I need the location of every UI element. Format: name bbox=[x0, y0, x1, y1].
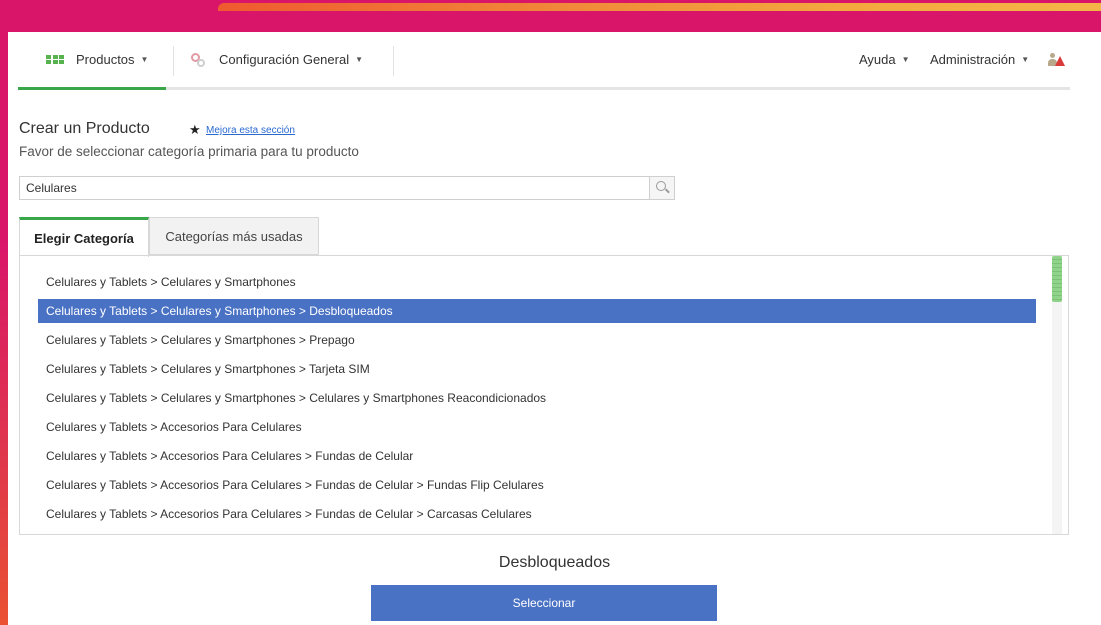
category-search bbox=[19, 176, 675, 200]
category-list-item[interactable]: Celulares y Tablets > Celulares y Smartp… bbox=[38, 299, 1036, 323]
apps-grid-icon bbox=[46, 54, 64, 65]
search-button[interactable] bbox=[649, 177, 674, 199]
nav-productos-label: Productos bbox=[76, 52, 135, 67]
category-list: Celulares y Tablets > Celulares y Smartp… bbox=[19, 255, 1069, 535]
nav-admin-menu[interactable]: Administración ▼ bbox=[930, 32, 1029, 87]
top-brand-band bbox=[0, 0, 1101, 34]
top-navbar: Productos ▼ Configuración General ▼ Ayud… bbox=[18, 32, 1070, 90]
brand-accent-stripe bbox=[218, 3, 1101, 11]
category-list-item[interactable]: Celulares y Tablets > Celulares y Smartp… bbox=[38, 357, 1036, 381]
caret-down-icon: ▼ bbox=[355, 55, 363, 64]
category-list-item[interactable]: Celulares y Tablets > Celulares y Smartp… bbox=[38, 270, 1036, 294]
list-scrollbar[interactable] bbox=[1052, 256, 1062, 534]
main-panel: Productos ▼ Configuración General ▼ Ayud… bbox=[8, 32, 1101, 625]
gears-icon bbox=[191, 52, 205, 67]
category-search-input[interactable] bbox=[20, 177, 649, 199]
caret-down-icon: ▼ bbox=[1021, 55, 1030, 64]
page-subtitle: Favor de seleccionar categoría primaria … bbox=[19, 144, 359, 159]
tab-elegir-categoria[interactable]: Elegir Categoría bbox=[19, 217, 149, 257]
improve-section-link[interactable]: Mejora esta sección bbox=[206, 125, 295, 136]
caret-down-icon: ▼ bbox=[901, 55, 910, 64]
selected-category-label: Desbloqueados bbox=[498, 554, 611, 571]
nav-config-label: Configuración General bbox=[219, 52, 350, 67]
nav-divider bbox=[173, 46, 174, 76]
left-brand-band bbox=[0, 240, 8, 625]
star-icon: ★ bbox=[189, 122, 201, 137]
select-button[interactable]: Seleccionar bbox=[371, 585, 717, 621]
scrollbar-thumb[interactable] bbox=[1052, 256, 1062, 302]
tab-categorias-mas-usadas[interactable]: Categorías más usadas bbox=[149, 217, 319, 255]
category-list-item[interactable]: Celulares y Tablets > Accesorios Para Ce… bbox=[38, 473, 1036, 497]
category-list-item[interactable]: Celulares y Tablets > Accesorios Para Ce… bbox=[38, 415, 1036, 439]
nav-productos-menu[interactable]: Productos ▼ bbox=[18, 32, 166, 90]
nav-admin-label: Administración bbox=[930, 52, 1016, 67]
category-list-item[interactable]: Celulares y Tablets > Celulares y Smartp… bbox=[38, 386, 1036, 410]
caret-down-icon: ▼ bbox=[140, 55, 149, 64]
category-list-item[interactable]: Celulares y Tablets > Celulares y Smartp… bbox=[38, 328, 1036, 352]
nav-ayuda-label: Ayuda bbox=[859, 52, 896, 67]
page-title: Crear un Producto bbox=[19, 120, 150, 137]
nav-config-menu[interactable]: Configuración General ▼ bbox=[191, 32, 363, 87]
user-warning-icon bbox=[1048, 52, 1066, 67]
category-list-item[interactable]: Celulares y Tablets > Accesorios Para Ce… bbox=[38, 444, 1036, 468]
nav-ayuda-menu[interactable]: Ayuda ▼ bbox=[859, 32, 910, 87]
category-list-item[interactable]: Celulares y Tablets > Accesorios Para Ce… bbox=[38, 502, 1036, 526]
nav-divider bbox=[393, 46, 394, 76]
user-alert-button[interactable] bbox=[1048, 32, 1066, 87]
